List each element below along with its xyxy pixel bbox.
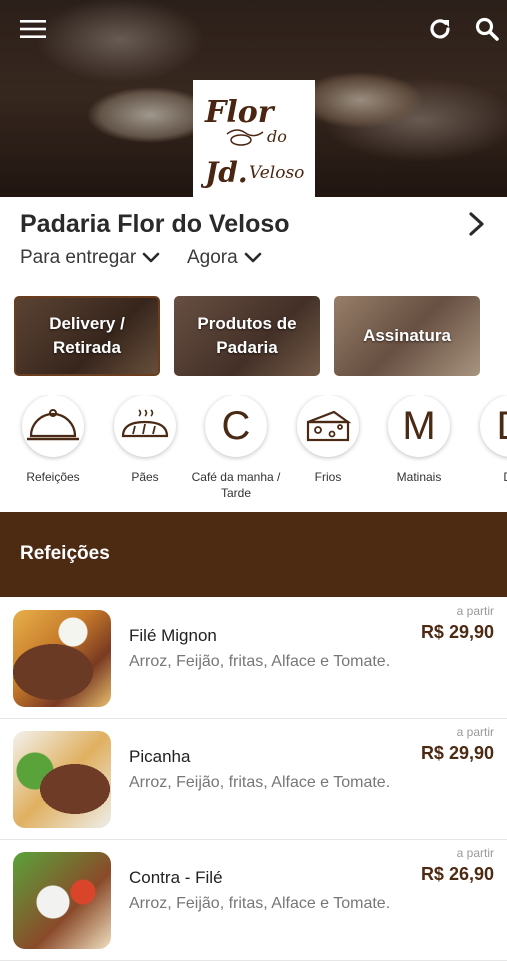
category-refeicoes[interactable]: Refeições: [7, 395, 99, 485]
subscription-card[interactable]: Assinatura: [334, 296, 480, 376]
price-prefix: a partir: [456, 846, 494, 860]
bread-icon: [114, 395, 176, 457]
chevron-down-icon: [244, 252, 262, 263]
item-photo: [13, 731, 111, 828]
card-label: Padaria: [216, 338, 278, 357]
hamburger-menu-icon[interactable]: [18, 14, 48, 44]
chevron-down-icon: [142, 252, 160, 263]
delivery-dropdown[interactable]: Para entregar: [20, 247, 160, 269]
category-cafe[interactable]: C Café da manha / Tarde: [190, 395, 282, 501]
price-prefix: a partir: [456, 725, 494, 739]
svg-text:Flor: Flor: [204, 95, 276, 130]
item-description: Arroz, Feijão, fritas, Alface e Tomate.: [129, 653, 391, 670]
item-name: Contra - Filé: [129, 868, 223, 887]
menu-item[interactable]: Filé Mignon Arroz, Feijão, fritas, Alfac…: [0, 598, 507, 719]
store-logo: Flor do Jd. Veloso: [193, 80, 315, 197]
menu-item[interactable]: Contra - Filé Arroz, Feijão, fritas, Alf…: [0, 840, 507, 961]
section-title: Refeições: [20, 543, 110, 564]
item-name: Picanha: [129, 747, 191, 766]
card-label: Retirada: [52, 338, 121, 357]
category-matinais[interactable]: M Matinais: [373, 395, 465, 485]
svg-text:do: do: [267, 127, 287, 146]
store-name: Padaria Flor do Veloso: [20, 210, 290, 238]
category-label: Matinais: [396, 470, 442, 484]
refresh-icon[interactable]: [425, 14, 455, 44]
category-frios[interactable]: Frios: [282, 395, 374, 485]
category-label: Pães: [131, 470, 159, 484]
cloche-icon: [22, 395, 84, 457]
category-paes[interactable]: Pães: [99, 395, 191, 485]
svg-text:Veloso: Veloso: [249, 163, 304, 183]
card-label: Produtos de: [197, 314, 297, 333]
item-price: R$ 29,90: [420, 743, 494, 763]
card-label: Delivery /: [49, 314, 125, 333]
bakery-products-card[interactable]: Produtos de Padaria: [174, 296, 320, 376]
menu-item[interactable]: Picanha Arroz, Feijão, fritas, Alface e …: [0, 719, 507, 840]
category-letter-m: M: [388, 395, 450, 457]
search-icon[interactable]: [472, 14, 502, 44]
item-name: Filé Mignon: [129, 626, 217, 645]
feature-cards: Delivery / Retirada Produtos de Padaria As…: [14, 296, 480, 376]
cheese-icon: [297, 395, 359, 457]
section-header: Refeições: [0, 512, 507, 597]
delivery-card[interactable]: Delivery / Retirada: [14, 296, 160, 376]
item-photo: [13, 610, 111, 707]
card-label: Assinatura: [363, 326, 451, 345]
category-label: Café da manha / Tarde: [191, 470, 281, 500]
svg-text:Jd.: Jd.: [201, 156, 248, 189]
item-photo: [13, 852, 111, 949]
category-label: Frios: [314, 470, 342, 484]
category-letter-d: D: [480, 395, 507, 457]
category-letter-c: C: [205, 395, 267, 457]
item-price: R$ 29,90: [420, 622, 494, 642]
item-price: R$ 26,90: [420, 864, 494, 884]
item-description: Arroz, Feijão, fritas, Alface e Tomate.: [129, 895, 391, 912]
time-option-label: Agora: [187, 247, 238, 268]
category-label: Refeições: [26, 470, 80, 484]
chevron-right-icon[interactable]: [464, 210, 490, 238]
category-partial[interactable]: D Do: [465, 395, 507, 485]
item-description: Arroz, Feijão, fritas, Alface e Tomate.: [129, 774, 391, 791]
time-dropdown[interactable]: Agora: [187, 247, 262, 269]
category-label: Do: [465, 469, 507, 485]
logo-image: Flor do Jd. Veloso: [200, 95, 304, 189]
delivery-option-label: Para entregar: [20, 247, 137, 268]
category-carousel[interactable]: Refeições Pães C Café da manha / Tarde F…: [0, 395, 507, 510]
price-prefix: a partir: [456, 604, 494, 618]
